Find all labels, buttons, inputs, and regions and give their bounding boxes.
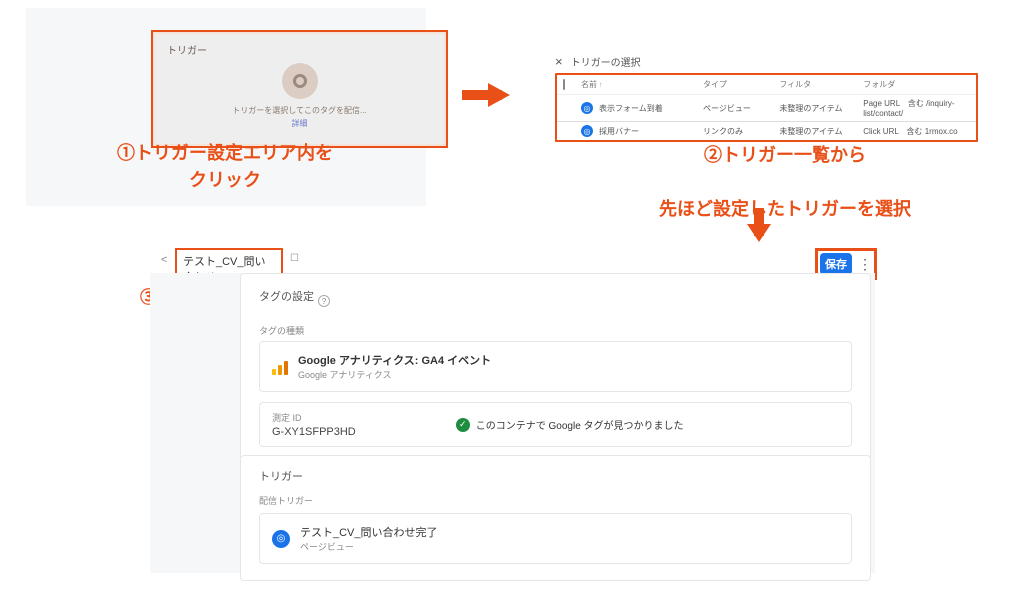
step1-callout: ①トリガー設定エリア内を クリック	[80, 140, 370, 194]
trigger-select-title: トリガーの選択	[571, 54, 641, 69]
step2-callout: ②トリガー一覧から 先ほど設定したトリガーを選択	[610, 142, 960, 223]
deploy-trigger-label: 配信トリガー	[259, 494, 852, 507]
col-filter[interactable]: フィルタ	[779, 79, 863, 90]
trigger-placeholder-icon	[282, 63, 318, 99]
trigger-row[interactable]: ◎表示フォーム到着 ページビュー 未整理のアイテム Page URL 含む /i…	[557, 95, 976, 122]
save-button[interactable]: 保存	[820, 253, 852, 275]
measurement-found-msg: このコンテナで Google タグが見つかりました	[476, 417, 684, 432]
sort-asc-icon[interactable]: ↑	[599, 82, 603, 89]
trigger-section-title: トリガー	[259, 468, 852, 484]
link-icon: ◎	[581, 125, 593, 137]
assigned-trigger[interactable]: ◎ テスト_CV_問い合わせ完了 ページビュー	[259, 513, 852, 564]
arrow-right-icon	[462, 90, 502, 100]
tagtype-label: タグの種類	[259, 324, 852, 337]
help-icon[interactable]: ?	[318, 295, 330, 307]
pageview-icon: ◎	[581, 102, 593, 114]
pageview-icon: ◎	[272, 530, 290, 548]
measurement-id-row: 測定 ID G-XY1SFPP3HD ✓ このコンテナで Google タグが見…	[259, 402, 852, 447]
col-folder[interactable]: フォルダ	[863, 79, 970, 90]
more-menu-icon[interactable]: ⋮	[858, 253, 872, 275]
ga4-icon	[272, 359, 288, 375]
select-all-checkbox[interactable]	[563, 79, 565, 90]
trigger-table-header: 名前↑ タイプ フィルタ フォルダ	[557, 75, 976, 95]
tag-editor-panel: タグの設定 ? タグの種類 Google アナリティクス: GA4 イベント G…	[150, 273, 875, 573]
close-icon[interactable]: ×	[555, 54, 563, 69]
trigger-section-label: トリガー	[167, 42, 432, 57]
trigger-empty-message: トリガーを選択してこのタグを配信...	[167, 105, 432, 116]
tag-config-title: タグの設定	[259, 288, 314, 304]
measurement-id-value: G-XY1SFPP3HD	[272, 426, 356, 438]
col-type[interactable]: タイプ	[703, 79, 779, 90]
trigger-config-card: トリガー 配信トリガー ◎ テスト_CV_問い合わせ完了 ページビュー	[240, 455, 871, 581]
col-name[interactable]: 名前	[581, 80, 597, 89]
check-icon: ✓	[456, 418, 470, 432]
trigger-select-panel: × トリガーの選択 名前↑ タイプ フィルタ フォルダ ◎表示フォーム到着 ペー…	[555, 54, 978, 142]
trigger-table: 名前↑ タイプ フィルタ フォルダ ◎表示フォーム到着 ページビュー 未整理のア…	[555, 73, 978, 142]
trigger-empty-area[interactable]: トリガー トリガーを選択してこのタグを配信... 詳細	[151, 30, 448, 148]
arrow-down-icon	[754, 208, 764, 236]
tagtype-selector[interactable]: Google アナリティクス: GA4 イベント Google アナリティクス	[259, 341, 852, 392]
measurement-id-label: 測定 ID	[272, 411, 356, 424]
trigger-empty-detail-link[interactable]: 詳細	[167, 118, 432, 129]
trigger-row[interactable]: ◎採用バナー リンクのみ 未整理のアイテム Click URL 含む 1rmox…	[557, 122, 976, 140]
